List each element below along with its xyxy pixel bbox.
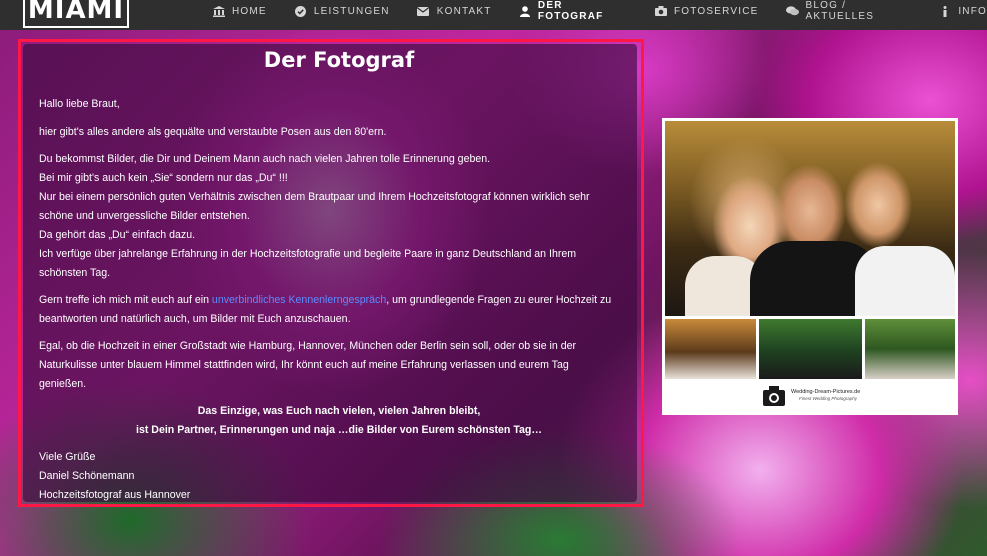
nav-home-label: HOME	[232, 5, 267, 17]
nav-info[interactable]: INFO	[938, 0, 987, 22]
photographer-photo-collage: Wedding-Dream-Pictures.de Finest Wedding…	[662, 118, 958, 415]
photo-logo-tagline: Finest Wedding Photography	[799, 396, 857, 401]
paragraph-line: Bei mir gibt's auch kein „Sie“ sondern n…	[39, 172, 288, 184]
nav-fotoservice[interactable]: FOTOSERVICE	[654, 0, 759, 22]
paragraph-line: genießen.	[39, 378, 87, 390]
quote-line: Das Einzige, was Euch nach vielen, viele…	[197, 405, 481, 417]
intro-paragraph: hier gibt's alles andere als gequälte un…	[39, 126, 387, 138]
comments-icon	[785, 5, 799, 17]
nav-blog[interactable]: BLOG / AKTUELLES	[785, 0, 912, 22]
meeting-text-after: , um grundlegende Fragen zu eurer Hochze…	[386, 294, 612, 306]
photo-logo-name: Wedding-Dream-Pictures.de	[791, 389, 861, 395]
nav-kontakt[interactable]: KONTAKT	[417, 0, 492, 22]
bank-icon	[212, 5, 225, 17]
greeting: Hallo liebe Braut,	[39, 98, 120, 110]
signature-role: Hochzeitsfotograf aus Hannover	[39, 489, 191, 501]
nav-der-fotograf[interactable]: DER FOTOGRAF	[519, 0, 627, 22]
thumbnail-photo	[865, 319, 955, 379]
meeting-text-before: Gern treffe ich mich mit euch auf ein	[39, 294, 212, 306]
camera-logo-icon	[763, 386, 785, 406]
nav-blog-label: BLOG / AKTUELLES	[805, 0, 875, 22]
user-icon	[519, 5, 531, 17]
paragraph-line: Da gehört das „Du“ einfach dazu.	[39, 229, 196, 241]
page-title: Der Fotograf	[263, 48, 415, 72]
photo-groom-shape	[855, 246, 955, 316]
paragraph-line: Ich verfüge über jahrelange Erfahrung in…	[39, 248, 577, 260]
paragraph-line: beantworten und natürlich auch, um Bilde…	[39, 313, 351, 325]
paragraph-line: schönsten Tag.	[39, 267, 111, 279]
thumbnail-photo	[665, 319, 756, 379]
nav-der-fotograf-label: DER FOTOGRAF	[537, 0, 604, 22]
nav-home[interactable]: HOME	[212, 0, 267, 22]
paragraph-line: Du bekommst Bilder, die Dir und Deinem M…	[39, 153, 491, 165]
check-circle-icon	[294, 5, 307, 17]
site-logo[interactable]: MIAMI	[23, 0, 129, 28]
signature-greeting: Viele Grüße	[39, 451, 96, 463]
top-navigation-bar: MIAMI HOME LEISTUNGEN KONTAKT DER FOTOGR…	[0, 0, 987, 30]
paragraph-line: schöne und unvergessliche Bilder entsteh…	[39, 210, 250, 222]
nav-kontakt-label: KONTAKT	[436, 5, 492, 17]
paragraph-line: Egal, ob die Hochzeit in einer Großstadt…	[39, 340, 577, 352]
nav-fotoservice-label: FOTOSERVICE	[674, 5, 759, 17]
envelope-icon	[417, 5, 430, 17]
photo-logo-strip: Wedding-Dream-Pictures.de Finest Wedding…	[665, 382, 955, 412]
kennenlerngespraech-link[interactable]: unverbindliches Kennenlerngespräch	[212, 294, 386, 306]
nav-info-label: INFO	[958, 5, 987, 17]
signature-name: Daniel Schönemann	[39, 470, 135, 482]
nav-leistungen-label: LEISTUNGEN	[313, 5, 390, 17]
nav-leistungen[interactable]: LEISTUNGEN	[294, 0, 390, 22]
thumbnail-photo	[759, 319, 862, 379]
camera-icon	[654, 5, 667, 17]
info-icon	[938, 5, 951, 17]
paragraph-line: Nur bei einem persönlich guten Verhältni…	[39, 191, 590, 203]
meeting-paragraph: Gern treffe ich mich mit euch auf ein un…	[39, 291, 639, 310]
paragraph-line: Naturkulisse unter blauem Himmel stattfi…	[39, 359, 569, 371]
quote-line: ist Dein Partner, Erinnerungen und naja …	[136, 424, 542, 436]
main-nav: HOME LEISTUNGEN KONTAKT DER FOTOGRAF FOT…	[212, 0, 987, 22]
main-photo	[665, 121, 955, 316]
